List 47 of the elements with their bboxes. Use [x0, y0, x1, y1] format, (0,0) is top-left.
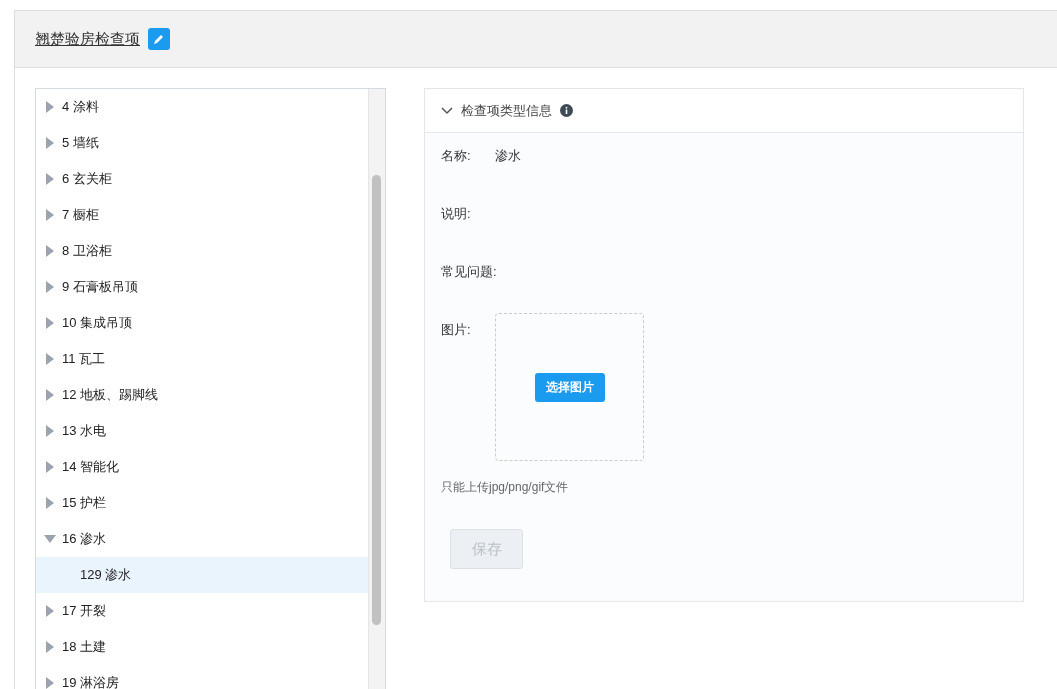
field-label: 名称:	[441, 147, 472, 165]
chevron-down-icon	[441, 106, 453, 115]
tree-item[interactable]: 129 渗水	[36, 557, 368, 593]
tree-item[interactable]: 4 涂料	[36, 89, 368, 125]
caret-right-icon[interactable]	[44, 137, 56, 149]
caret-right-icon[interactable]	[44, 425, 56, 437]
info-icon[interactable]	[560, 104, 573, 117]
tree-item[interactable]: 19 淋浴房	[36, 665, 368, 689]
tree-item[interactable]: 8 卫浴柜	[36, 233, 368, 269]
page-title[interactable]: 翘楚验房检查项	[35, 29, 140, 49]
caret-right-icon[interactable]	[44, 173, 56, 185]
caret-right-icon[interactable]	[44, 353, 56, 365]
section-header[interactable]: 检查项类型信息	[425, 89, 1023, 133]
upload-hint: 只能上传jpg/png/gif文件	[441, 479, 570, 496]
tree-item[interactable]: 15 护栏	[36, 485, 368, 521]
field-label: 图片:	[441, 321, 472, 339]
tree-item[interactable]: 18 土建	[36, 629, 368, 665]
caret-right-icon[interactable]	[44, 605, 56, 617]
caret-right-icon[interactable]	[44, 677, 56, 689]
section-title: 检查项类型信息	[461, 101, 552, 120]
scrollbar-thumb[interactable]	[372, 175, 381, 625]
caret-right-icon[interactable]	[44, 209, 56, 221]
tree-item[interactable]: 12 地板、踢脚线	[36, 377, 368, 413]
tree-item[interactable]: 17 开裂	[36, 593, 368, 629]
edit-button[interactable]	[148, 28, 170, 50]
tree-item[interactable]: 9 石膏板吊顶	[36, 269, 368, 305]
caret-right-icon[interactable]	[44, 317, 56, 329]
caret-right-icon[interactable]	[44, 245, 56, 257]
tree-item[interactable]: 10 集成吊顶	[36, 305, 368, 341]
tree-item[interactable]: 6 玄关柜	[36, 161, 368, 197]
tree-item[interactable]: 14 智能化	[36, 449, 368, 485]
caret-right-icon[interactable]	[44, 641, 56, 653]
caret-right-icon[interactable]	[44, 389, 56, 401]
field-value: 渗水	[495, 147, 521, 165]
tree-item[interactable]: 13 水电	[36, 413, 368, 449]
field-label: 说明:	[441, 205, 472, 223]
caret-down-icon[interactable]	[44, 533, 56, 545]
field-label: 常见问题:	[441, 263, 497, 281]
tree-item[interactable]: 16 渗水	[36, 521, 368, 557]
caret-right-icon[interactable]	[44, 461, 56, 473]
caret-right-icon[interactable]	[44, 497, 56, 509]
tree-item[interactable]: 5 墙纸	[36, 125, 368, 161]
pencil-icon	[153, 33, 165, 45]
caret-right-icon[interactable]	[44, 101, 56, 113]
tree-item[interactable]: 11 瓦工	[36, 341, 368, 377]
caret-right-icon[interactable]	[44, 281, 56, 293]
tree-item[interactable]: 7 橱柜	[36, 197, 368, 233]
